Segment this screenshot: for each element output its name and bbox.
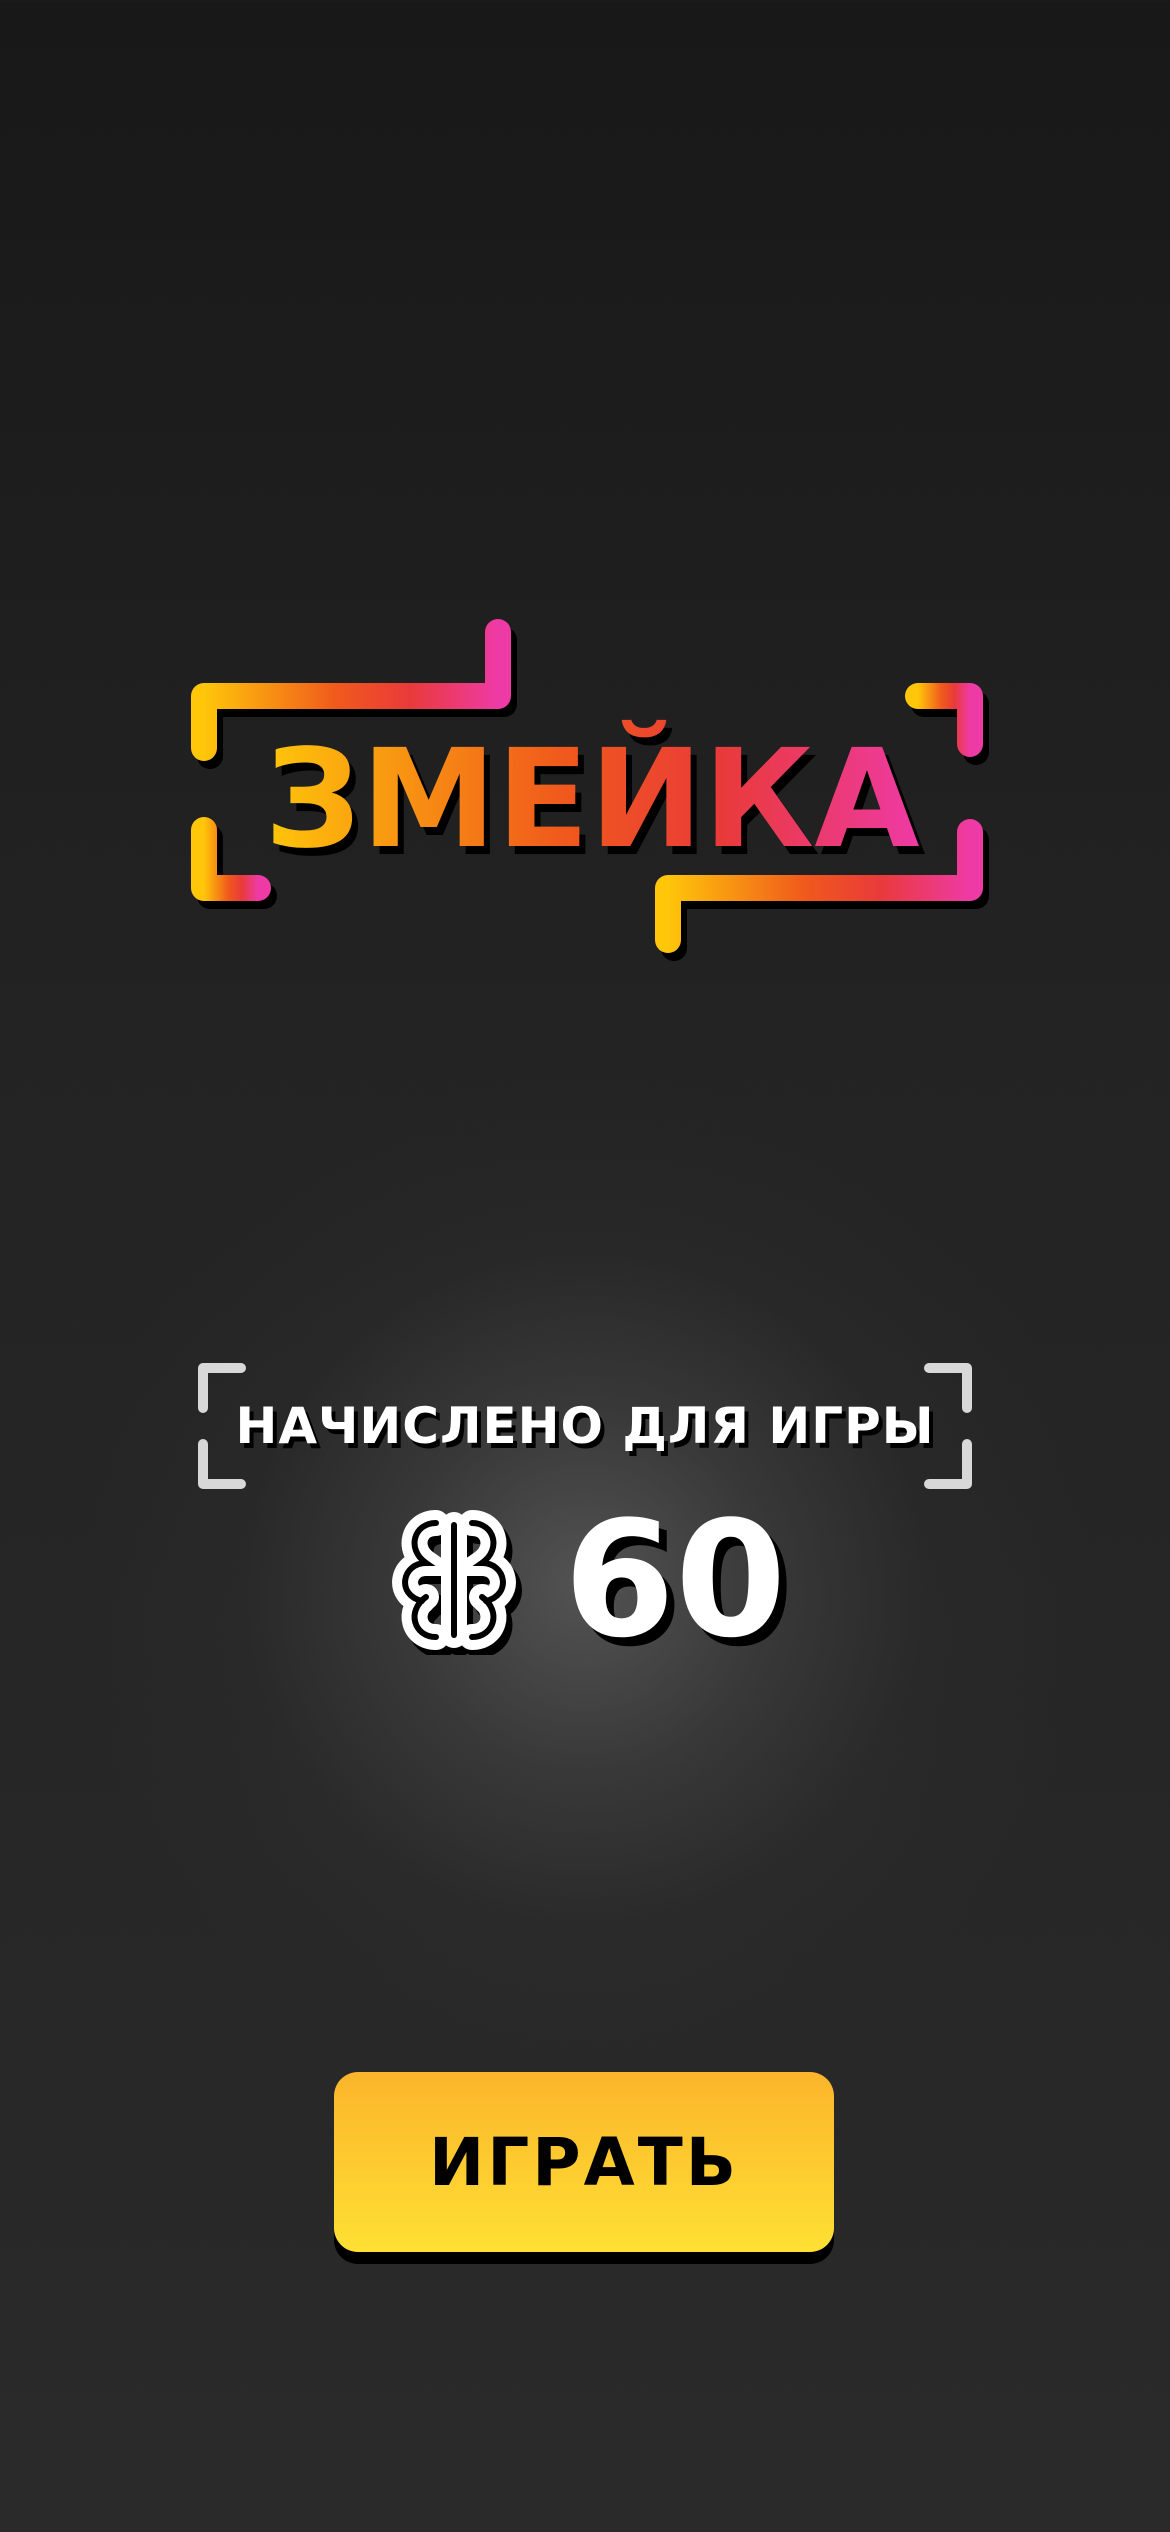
- play-button[interactable]: ИГРАТЬ: [334, 2072, 834, 2252]
- spasibo-coin-icon: [391, 1510, 522, 1655]
- game-logo: ЗМЕЙКА ЗМЕЙКА: [180, 610, 1000, 970]
- play-button-label: ИГРАТЬ: [428, 2123, 740, 2201]
- game-title-fill: ЗМЕЙКА: [264, 720, 919, 879]
- credit-label: НАЧИСЛЕНО ДЛЯ ИГРЫ: [235, 1397, 935, 1455]
- credit-amount: 60: [563, 1486, 787, 1673]
- credit-label-frame: НАЧИСЛЕНО ДЛЯ ИГРЫ: [195, 1360, 975, 1492]
- credit-amount-row: 60: [0, 1490, 1170, 1670]
